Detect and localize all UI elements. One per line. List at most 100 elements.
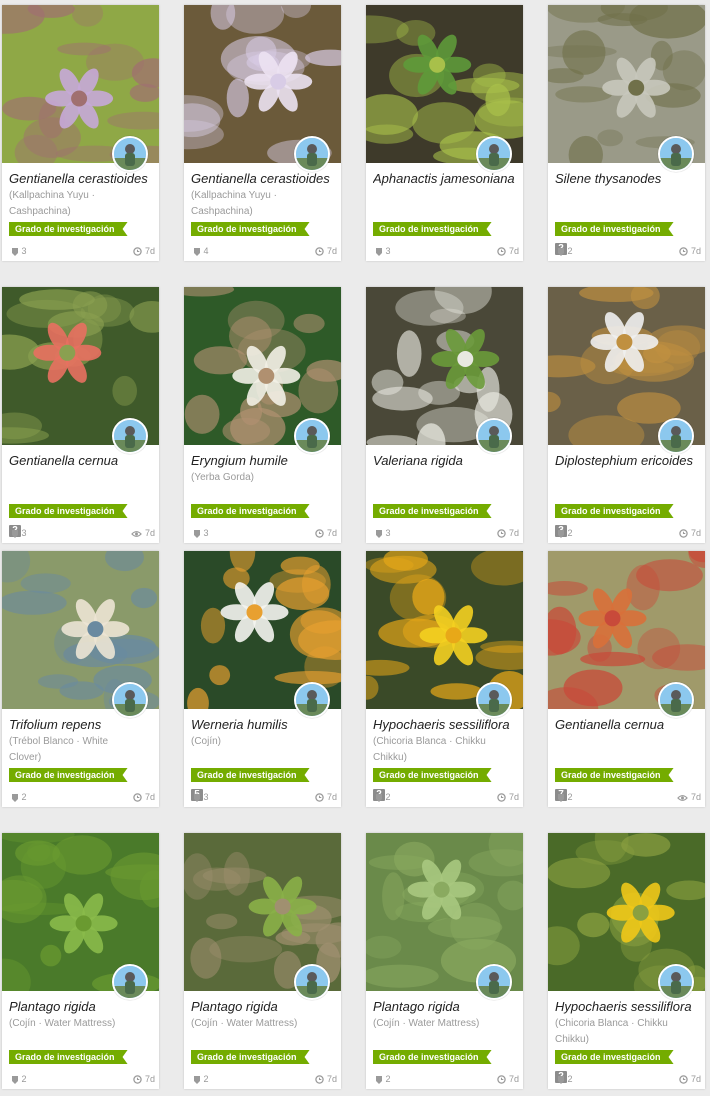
- observation-card[interactable]: 3Diplostephium ericoidesGrado de investi…: [548, 287, 705, 543]
- observer-avatar[interactable]: [112, 136, 148, 172]
- age-value: 7d: [142, 528, 155, 538]
- taxon-name-link[interactable]: Plantago rigida: [191, 999, 339, 1014]
- identifications-count: 2: [557, 528, 573, 539]
- age-value: 7d: [142, 246, 155, 256]
- quality-grade-badge: Grado de investigación: [9, 768, 128, 782]
- observation-age: 7d: [133, 1074, 155, 1084]
- identifications-count: 2: [193, 1074, 209, 1085]
- card-footer: 2 7d: [9, 1074, 155, 1086]
- observation-age: 7d: [679, 246, 701, 256]
- observer-avatar[interactable]: [112, 964, 148, 1000]
- identifications-count: 2: [375, 792, 391, 803]
- common-name: (Cojín · Water Mattress): [9, 1018, 116, 1029]
- observation-card[interactable]: Gentianella cerastioides (Kallpachina Yuy…: [184, 5, 341, 261]
- observer-avatar[interactable]: [658, 136, 694, 172]
- observer-avatar[interactable]: [476, 682, 512, 718]
- observer-avatar[interactable]: [294, 964, 330, 1000]
- observation-card[interactable]: Plantago rigida (Cojín · Water Mattress) G…: [2, 833, 159, 1089]
- quality-grade-badge: Grado de investigación: [555, 768, 674, 782]
- common-name: (Kallpachina Yuyu · Cashpachina): [9, 190, 95, 217]
- identifications-count: 3: [375, 246, 391, 257]
- identifications-value: 2: [565, 246, 573, 256]
- taxon-name-link[interactable]: Werneria humilis: [191, 717, 339, 732]
- observation-age: 7d: [315, 1074, 337, 1084]
- observation-card[interactable]: 2Gentianella cernuaGrado de investigació…: [2, 287, 159, 543]
- observer-avatar[interactable]: [112, 682, 148, 718]
- observer-avatar[interactable]: [658, 418, 694, 454]
- identifications-value: 2: [383, 792, 391, 802]
- card-footer: 3 7d: [373, 528, 519, 540]
- age-value: 7d: [688, 246, 701, 256]
- common-name: (Trébol Blanco · White Clover): [9, 736, 109, 763]
- age-value: 7d: [688, 528, 701, 538]
- card-footer: 3 7d: [9, 246, 155, 258]
- card-footer: 4 7d: [191, 246, 337, 258]
- age-value: 7d: [506, 246, 519, 256]
- taxon-name-link[interactable]: Hypochaeris sessiliflora: [373, 717, 521, 732]
- common-name: (Cojín): [191, 736, 222, 747]
- observation-card[interactable]: 2 Hypochaeris sessiliflora (Chicoria Blanc…: [548, 833, 705, 1089]
- taxon-name-link[interactable]: Aphanactis jamesoniana: [373, 171, 521, 186]
- observer-avatar[interactable]: [112, 418, 148, 454]
- taxon-name-link[interactable]: Gentianella cernua: [9, 453, 157, 468]
- observation-card[interactable]: Gentianella cerastioides (Kallpachina Yuy…: [2, 5, 159, 261]
- taxon-name-link[interactable]: Eryngium humile: [191, 453, 339, 468]
- taxon-name-link[interactable]: Valeriana rigida: [373, 453, 521, 468]
- observation-card[interactable]: Plantago rigida (Cojín · Water Mattress) G…: [184, 833, 341, 1089]
- age-value: 7d: [688, 1074, 701, 1084]
- observer-avatar[interactable]: [476, 418, 512, 454]
- identification-icon: [557, 1074, 565, 1084]
- observation-card[interactable]: 7Gentianella cernuaGrado de investigació…: [548, 551, 705, 807]
- card-footer: 2 7d: [555, 1074, 701, 1086]
- quality-grade-badge: Grado de investigación: [555, 1050, 674, 1064]
- observer-avatar[interactable]: [476, 964, 512, 1000]
- taxon-name-link[interactable]: Silene thysanodes: [555, 171, 703, 186]
- observer-avatar[interactable]: [658, 964, 694, 1000]
- taxon-name-link[interactable]: Plantago rigida: [373, 999, 521, 1014]
- taxon-name-link[interactable]: Plantago rigida: [9, 999, 157, 1014]
- observation-card[interactable]: Aphanactis jamesoniana Grado de investiga…: [366, 5, 523, 261]
- identifications-value: 2: [565, 792, 573, 802]
- quality-grade-badge: Grado de investigación: [9, 1050, 128, 1064]
- taxon-name-link[interactable]: Diplostephium ericoides: [555, 453, 703, 468]
- card-footer: 3 7d: [191, 528, 337, 540]
- observation-age: 7d: [497, 246, 519, 256]
- observer-avatar[interactable]: [294, 682, 330, 718]
- quality-grade-badge: Grado de investigación: [191, 504, 310, 518]
- taxon-name-link[interactable]: Gentianella cernua: [555, 717, 703, 732]
- observation-age: 7d: [133, 246, 155, 256]
- quality-grade-badge: Grado de investigación: [191, 222, 310, 236]
- taxon-name-link[interactable]: Hypochaeris sessiliflora: [555, 999, 703, 1014]
- taxon-name-link[interactable]: Gentianella cerastioides: [9, 171, 157, 186]
- common-name: (Chicoria Blanca · Chikku Chikku): [555, 1018, 668, 1045]
- observation-card[interactable]: 2 Hypochaeris sessiliflora (Chicoria Blanc…: [366, 551, 523, 807]
- identifications-count: 3: [11, 528, 27, 539]
- observation-card[interactable]: Eryngium humile (Yerba Gorda) Grado de inv…: [184, 287, 341, 543]
- identification-icon: [375, 1074, 383, 1084]
- card-footer: 3 7d: [191, 792, 337, 804]
- observation-card[interactable]: 2 Silene thysanodes Grado de investigación…: [548, 5, 705, 261]
- observation-card[interactable]: 5Werneria humilis(Cojín)Grado de investi…: [184, 551, 341, 807]
- identifications-value: 3: [19, 246, 27, 256]
- observation-age: 7d: [315, 792, 337, 802]
- observer-avatar[interactable]: [294, 418, 330, 454]
- taxon-name-link[interactable]: Gentianella cerastioides: [191, 171, 339, 186]
- quality-grade-badge: Grado de investigación: [555, 504, 674, 518]
- observer-avatar[interactable]: [658, 682, 694, 718]
- identifications-value: 2: [19, 1074, 27, 1084]
- identifications-count: 3: [193, 792, 209, 803]
- taxon-name-link[interactable]: Trifolium repens: [9, 717, 157, 732]
- observation-card[interactable]: Trifolium repens (Trébol Blanco · White C…: [2, 551, 159, 807]
- observer-avatar[interactable]: [476, 136, 512, 172]
- quality-grade-badge: Grado de investigación: [373, 222, 492, 236]
- common-name: (Kallpachina Yuyu · Cashpachina): [191, 190, 277, 217]
- card-footer: 2 7d: [555, 246, 701, 258]
- observation-age: 7d: [131, 528, 155, 538]
- identifications-value: 3: [201, 528, 209, 538]
- observation-age: 7d: [677, 792, 701, 802]
- observation-card[interactable]: Valeriana rigida Grado de investigación 3…: [366, 287, 523, 543]
- age-value: 7d: [324, 1074, 337, 1084]
- observation-card[interactable]: Plantago rigida (Cojín · Water Mattress) G…: [366, 833, 523, 1089]
- observer-avatar[interactable]: [294, 136, 330, 172]
- identifications-value: 2: [565, 528, 573, 538]
